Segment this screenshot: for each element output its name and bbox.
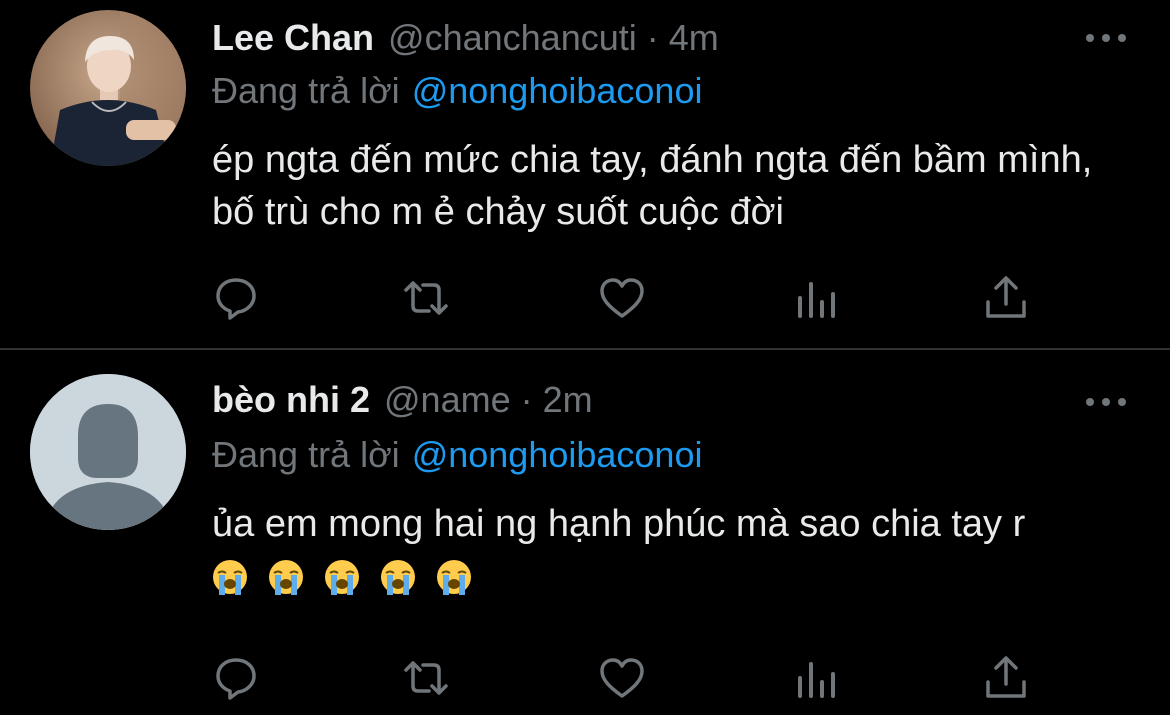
views-icon[interactable] [792,274,840,322]
like-icon[interactable] [598,274,646,322]
tweet-text-content: ủa em mong hai ng hạnh phúc mà sao chia … [212,503,1026,545]
timestamp[interactable]: 4m [669,17,719,59]
views-icon[interactable] [792,654,840,702]
tweet[interactable]: bèo nhi 2 @name · 2m Đang trả lời @nongho… [0,350,1170,715]
username[interactable]: @chanchancuti [388,17,637,59]
reply-context: Đang trả lời @nonghoibaconoi [212,434,702,476]
tweet-header: Lee Chan @chanchancuti · 4m [212,16,719,60]
loudly-crying-face-icon [268,559,304,597]
separator: · [520,379,533,420]
avatar[interactable] [30,374,186,530]
more-icon[interactable] [1086,28,1126,48]
reply-context: Đang trả lời @nonghoibaconoi [212,70,702,112]
share-icon[interactable] [982,274,1030,322]
reply-prefix: Đang trả lời [212,70,400,111]
loudly-crying-face-icon [324,559,360,597]
reply-mention[interactable]: @nonghoibaconoi [412,70,703,111]
loudly-crying-face-icon [436,559,472,597]
reply-icon[interactable] [212,654,260,702]
tweet[interactable]: Lee Chan @chanchancuti · 4m Đang trả lời… [0,0,1170,348]
tweet-text: ép ngta đến mức chia tay, đánh ngta đến … [212,139,1093,233]
more-icon[interactable] [1086,392,1126,412]
reply-prefix: Đang trả lời [212,434,400,475]
retweet-icon[interactable] [402,654,450,702]
like-icon[interactable] [598,654,646,702]
tweet-text: ủa em mong hai ng hạnh phúc mà sao chia … [212,498,1142,602]
reply-mention[interactable]: @nonghoibaconoi [412,434,703,475]
avatar-photo [30,10,186,166]
reply-icon[interactable] [212,274,260,322]
action-bar [212,654,1032,702]
timestamp[interactable]: 2m [543,379,593,421]
display-name[interactable]: bèo nhi 2 [212,379,370,421]
loudly-crying-face-icon [380,559,416,597]
avatar[interactable] [30,10,186,166]
retweet-icon[interactable] [402,274,450,322]
separator: · [646,17,659,58]
action-bar [212,274,1032,322]
display-name[interactable]: Lee Chan [212,17,374,59]
default-avatar-icon [30,374,186,530]
tweet-header: bèo nhi 2 @name · 2m [212,378,593,422]
username[interactable]: @name [384,379,511,421]
loudly-crying-face-icon [212,559,248,597]
emoji-row [212,559,472,597]
share-icon[interactable] [982,654,1030,702]
